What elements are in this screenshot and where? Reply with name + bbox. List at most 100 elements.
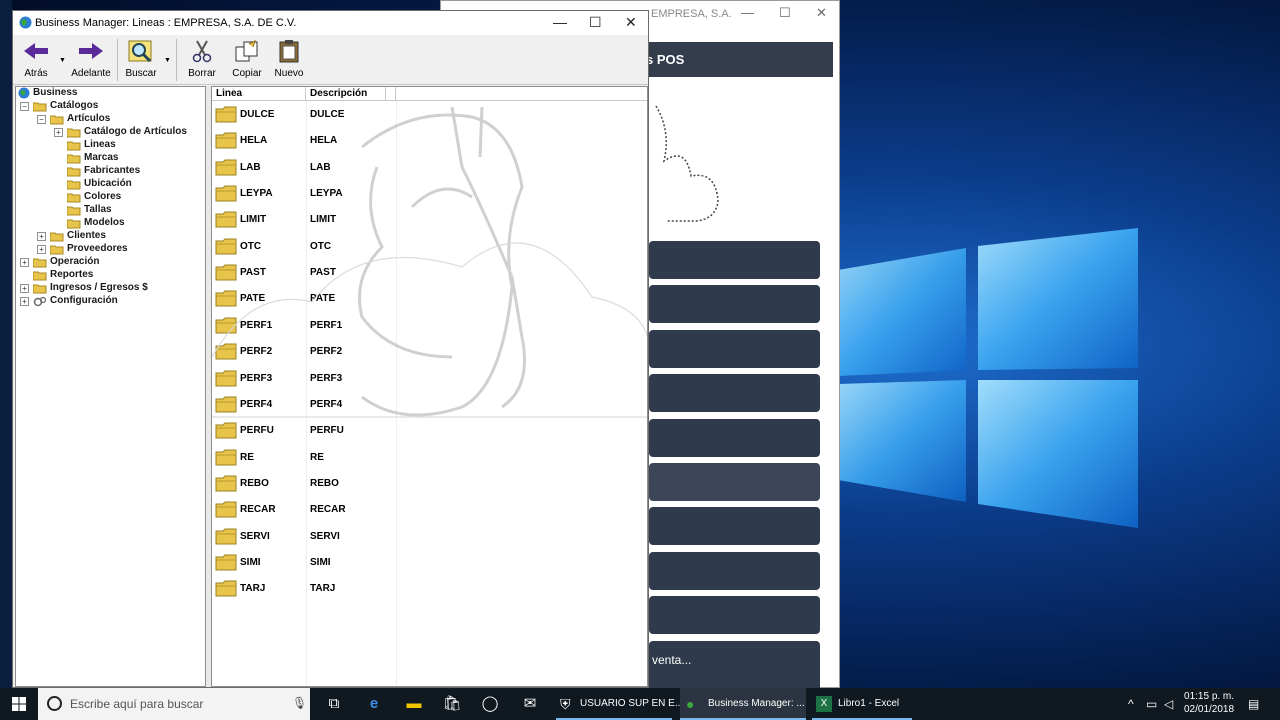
linea-cell: LIMIT	[240, 214, 267, 226]
table-row[interactable]: HELA HELA	[212, 127, 647, 153]
tray-chevron-icon[interactable]: ^	[1128, 688, 1134, 720]
linea-cell: PERF4	[240, 398, 273, 410]
column-header-descripcion[interactable]: Descripción	[306, 87, 386, 101]
minimize-button[interactable]: —	[553, 14, 567, 30]
back-button[interactable]: Atrás	[21, 39, 51, 79]
taskbar-app-business-manager[interactable]: ● Business Manager: ...	[680, 688, 806, 720]
pos-menu-button[interactable]	[649, 330, 820, 368]
pos-title: EMPRESA, S.A.	[651, 8, 732, 20]
pos-minimize-button[interactable]: —	[741, 5, 754, 20]
maximize-button[interactable]: ☐	[589, 14, 602, 31]
table-row[interactable]: PERF4 PERF4	[212, 391, 647, 417]
table-row[interactable]: PERF3 PERF3	[212, 365, 647, 391]
table-row[interactable]: SERVI SERVI	[212, 523, 647, 549]
new-button[interactable]: Nuevo	[273, 39, 305, 79]
table-row[interactable]: PERFU PERFU	[212, 417, 647, 443]
business-manager-window[interactable]: Business Manager: Lineas : EMPRESA, S.A.…	[12, 10, 649, 688]
table-row[interactable]: RECAR RECAR	[212, 496, 647, 522]
linea-cell: REBO	[240, 477, 269, 489]
table-row[interactable]: TARJ TARJ	[212, 575, 647, 601]
magnifier-icon	[128, 40, 152, 63]
table-row[interactable]: PERF1 PERF1	[212, 312, 647, 338]
collapse-icon[interactable]: −	[20, 102, 29, 111]
file-explorer-icon[interactable]: ▬	[396, 688, 432, 720]
pos-menu-button[interactable]	[649, 463, 820, 501]
globe-icon	[18, 87, 30, 99]
pos-close-button[interactable]: ✕	[816, 5, 827, 21]
linea-cell: RE	[240, 451, 254, 463]
table-row[interactable]: PATE PATE	[212, 285, 647, 311]
pos-maximize-button[interactable]: ☐	[779, 5, 791, 21]
close-button[interactable]: ✕	[625, 14, 637, 31]
folder-icon	[215, 237, 237, 258]
expand-icon[interactable]: +	[54, 128, 63, 137]
descripcion-cell: PATE	[310, 293, 336, 305]
folder-icon	[215, 448, 237, 469]
clock[interactable]: 01:15 p. m. 02/01/2018	[1184, 690, 1234, 716]
folder-icon	[215, 421, 237, 442]
column-header-linea[interactable]: Linea	[212, 87, 306, 101]
table-row[interactable]: LAB LAB	[212, 154, 647, 180]
pos-sale-button[interactable]: venta...	[649, 641, 820, 689]
windows-start-icon	[12, 697, 26, 711]
bm-titlebar[interactable]: Business Manager: Lineas : EMPRESA, S.A.…	[13, 11, 648, 35]
search-dropdown-icon[interactable]: ▼	[164, 57, 171, 64]
folder-icon	[215, 527, 237, 548]
forward-button[interactable]: Adelante	[71, 39, 111, 79]
search-button[interactable]: Buscar	[123, 39, 159, 79]
collapse-icon[interactable]: −	[37, 115, 46, 124]
pos-menu-button[interactable]	[649, 596, 820, 634]
edge-icon[interactable]: e	[356, 688, 392, 720]
table-row[interactable]: OTC OTC	[212, 233, 647, 259]
table-row[interactable]: LEYPA LEYPA	[212, 180, 647, 206]
pos-menu-button[interactable]	[649, 552, 820, 590]
pos-menu-button[interactable]	[649, 507, 820, 545]
navigation-tree[interactable]: Business − Catálogos − Artículos + Catál…	[15, 86, 206, 687]
gears-icon	[33, 296, 47, 307]
linea-cell: OTC	[240, 240, 262, 252]
store-icon[interactable]: 🛍	[434, 688, 470, 720]
pos-menu-button[interactable]	[649, 285, 820, 323]
pos-header-title: s POS	[646, 52, 685, 67]
table-row[interactable]: RE RE	[212, 444, 647, 470]
globe-icon: ●	[686, 696, 695, 712]
expand-icon[interactable]: +	[37, 245, 46, 254]
expand-icon[interactable]: +	[37, 232, 46, 241]
network-icon[interactable]: ▭	[1146, 688, 1157, 720]
table-row[interactable]: DULCE DULCE	[212, 101, 647, 127]
delete-button[interactable]: Borrar	[187, 39, 217, 79]
volume-icon[interactable]: ◁	[1164, 688, 1173, 720]
column-header-empty[interactable]	[386, 87, 396, 101]
microphone-icon[interactable]: 🎙	[292, 696, 307, 710]
taskbar-app-excel[interactable]: X Libro1 - Excel	[812, 688, 912, 720]
copy-button[interactable]: Copiar	[230, 39, 264, 79]
table-row[interactable]: SIMI SIMI	[212, 549, 647, 575]
notifications-icon[interactable]: ▤	[1248, 688, 1259, 720]
linea-cell: PERF3	[240, 372, 273, 384]
table-row[interactable]: PAST PAST	[212, 259, 647, 285]
pos-menu-button[interactable]	[649, 374, 820, 412]
taskbar-search-input[interactable]: Escribe aquí para buscar 🎙	[38, 688, 310, 720]
expand-icon[interactable]: +	[20, 297, 29, 306]
folder-icon	[67, 206, 81, 216]
pos-logo	[655, 105, 719, 222]
pos-menu-button[interactable]	[649, 419, 820, 457]
mail-icon[interactable]: ✉	[512, 688, 548, 720]
taskbar-app-usuario[interactable]: ⛨ USUARIO SUP EN E...	[556, 688, 683, 720]
expand-icon[interactable]: +	[20, 258, 29, 267]
table-row[interactable]: LIMIT LIMIT	[212, 206, 647, 232]
lineas-list[interactable]: Linea Descripción DULCE DULCE HELA HELA LAB L…	[211, 86, 648, 687]
windows-logo-wallpaper	[838, 228, 1138, 528]
task-view-icon[interactable]: ⧉	[316, 688, 352, 720]
table-row[interactable]: REBO REBO	[212, 470, 647, 496]
toolbar-separator	[176, 39, 177, 81]
table-row[interactable]: PERF2 PERF2	[212, 338, 647, 364]
start-button[interactable]	[0, 688, 38, 720]
opera-icon[interactable]: ◯	[472, 688, 508, 720]
expand-icon[interactable]: +	[20, 284, 29, 293]
descripcion-cell: HELA	[310, 135, 338, 147]
arrow-left-icon	[24, 43, 48, 59]
back-dropdown-icon[interactable]: ▼	[59, 57, 66, 64]
pos-menu-button[interactable]	[649, 241, 820, 279]
descripcion-cell: PERF2	[310, 346, 343, 358]
